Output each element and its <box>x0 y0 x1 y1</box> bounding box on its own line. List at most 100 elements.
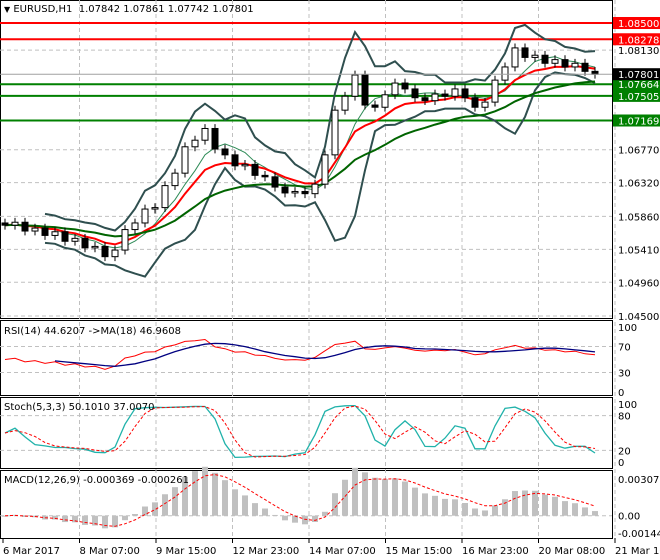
y-tick-label: 0.00 <box>618 512 640 523</box>
macd-histogram-bar <box>162 494 168 516</box>
y-tick-label: 100 <box>618 400 637 411</box>
candle-body <box>1 222 9 226</box>
macd-histogram-bar <box>232 489 238 516</box>
candle-body <box>561 59 569 68</box>
candle-body <box>201 127 209 141</box>
candle-body <box>471 97 479 108</box>
candle-body <box>61 231 69 242</box>
candle-body <box>171 172 179 187</box>
macd-label: MACD(12,26,9) -0.000369 -0.000261 <box>4 475 189 486</box>
support-level-label: 1.07505 <box>618 92 659 103</box>
triangle-down-icon[interactable]: ▼ <box>4 5 10 14</box>
candle-body <box>461 88 469 99</box>
candle-body <box>191 139 199 148</box>
candle-body <box>181 146 189 174</box>
y-tick-label: 1.04960 <box>618 278 659 289</box>
candle-body <box>401 82 409 90</box>
x-tick-label: 21 Mar 16:00 <box>615 546 660 557</box>
macd-histogram-bar <box>122 515 128 521</box>
macd-histogram-bar <box>332 493 338 516</box>
macd-histogram-bar <box>422 493 428 516</box>
macd-histogram-bar <box>462 502 468 516</box>
candle-body <box>341 95 349 111</box>
macd-histogram-bar <box>452 499 458 516</box>
ohlc-values: 1.07842 1.07861 1.07742 1.07801 <box>78 4 254 15</box>
macd-histogram-bar <box>282 515 288 521</box>
x-tick-label: 12 Mar 23:00 <box>233 546 300 557</box>
resistance-level-label: 1.08500 <box>618 19 659 30</box>
candle-body <box>241 163 249 167</box>
candle-body <box>521 47 529 58</box>
candle-body <box>251 163 259 176</box>
x-tick-label: 9 Mar 15:00 <box>156 546 216 557</box>
candle-body <box>381 94 389 108</box>
x-tick-label: 6 Mar 2017 <box>3 546 60 557</box>
macd-histogram-bar <box>442 498 448 516</box>
moving-average-slow <box>4 80 596 238</box>
candle-body <box>531 54 539 58</box>
x-tick-label: 15 Mar 15:00 <box>386 546 453 557</box>
candle-body <box>321 154 329 185</box>
moving-average-fast <box>4 65 596 246</box>
macd-histogram-bar <box>482 510 488 516</box>
candle-body <box>131 222 139 231</box>
stoch-label: Stoch(5,3,3) 50.1010 37.0070 <box>4 402 155 413</box>
candle-body <box>141 208 149 224</box>
macd-histogram-bar <box>272 514 278 516</box>
resistance-level-label: 1.08278 <box>618 35 659 46</box>
macd-histogram-bar <box>582 507 588 516</box>
candle-body <box>411 88 419 99</box>
macd-histogram-bar <box>432 495 438 516</box>
macd-histogram-bar <box>362 472 368 516</box>
candle-body <box>511 47 519 68</box>
candle-body <box>451 88 459 97</box>
candle-body <box>51 231 59 236</box>
y-tick-label: 100 <box>618 323 637 334</box>
macd-histogram-bar <box>372 477 378 516</box>
candle-body <box>221 148 229 156</box>
macd-histogram-bar <box>502 499 508 516</box>
candle-body <box>331 109 339 156</box>
candle-body <box>281 186 289 194</box>
candle-body <box>41 227 49 236</box>
macd-histogram-bar <box>62 515 68 523</box>
macd-histogram-bar <box>252 503 258 516</box>
candle-body <box>441 93 449 97</box>
chart-header: ▼ EURUSD,H1 1.07842 1.07861 1.07742 1.07… <box>4 4 254 15</box>
macd-histogram-bar <box>592 511 598 516</box>
macd-histogram-bar <box>102 515 108 529</box>
x-tick-label: 8 Mar 07:00 <box>80 546 140 557</box>
candle-body <box>421 97 429 102</box>
macd-histogram-bar <box>412 487 418 516</box>
macd-histogram-bar <box>492 505 498 516</box>
macd-histogram-bar <box>152 502 158 516</box>
chart-window[interactable]: 6 Mar 2017 8 Mar 07:00 9 Mar 15:00 12 Mar 2… <box>0 0 660 560</box>
candle-body <box>151 207 159 210</box>
x-tick-label: 14 Mar 07:00 <box>309 546 376 557</box>
x-tick-label: 20 Mar 08:00 <box>539 546 606 557</box>
macd-histogram-bar <box>402 481 408 516</box>
panel-frame <box>0 0 613 319</box>
candle-body <box>311 183 319 195</box>
candle-body <box>71 237 79 242</box>
candle-body <box>121 229 129 251</box>
y-tick-label: 20 <box>618 446 631 457</box>
candle-body <box>581 62 589 72</box>
candle-body <box>31 227 39 232</box>
macd-histogram-bar <box>342 479 348 516</box>
candle-body <box>371 104 379 108</box>
y-tick-label: 80 <box>618 412 631 423</box>
macd-histogram-bar <box>322 511 328 516</box>
current-price-label: 1.07801 <box>618 70 659 81</box>
candle-body <box>271 176 279 188</box>
candle-body <box>261 174 269 178</box>
y-tick-label: 30 <box>618 369 631 380</box>
y-tick-label: 1.04500 <box>618 312 659 323</box>
macd-histogram-bar <box>262 508 268 516</box>
candle-body <box>541 54 549 64</box>
support-level-label: 1.07664 <box>618 80 659 91</box>
macd-histogram-bar <box>472 508 478 516</box>
symbol-label: EURUSD,H1 <box>13 4 73 15</box>
candle-body <box>351 74 359 97</box>
macd-histogram-bar <box>172 487 178 516</box>
